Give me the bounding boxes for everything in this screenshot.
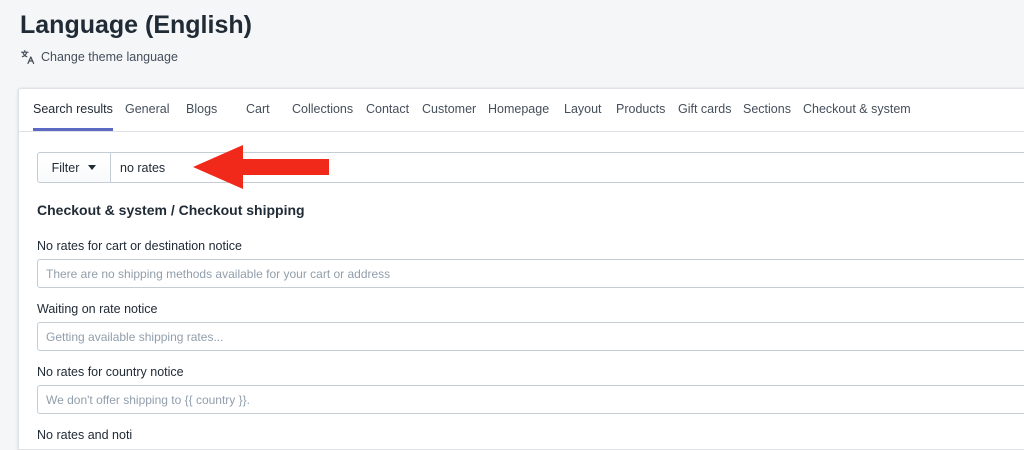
field-label-no-rates-and-noti: No rates and noti bbox=[37, 428, 133, 442]
translate-icon bbox=[21, 50, 35, 65]
filter-label: Filter bbox=[51, 160, 80, 175]
tab-products[interactable]: Products bbox=[616, 89, 665, 131]
red-arrow-annotation bbox=[193, 145, 329, 189]
tab-homepage[interactable]: Homepage bbox=[488, 89, 549, 131]
field-label-no-rates-country: No rates for country notice bbox=[37, 365, 184, 379]
tab-contact[interactable]: Contact bbox=[366, 89, 409, 131]
no-rates-cart-input[interactable] bbox=[37, 259, 1024, 288]
change-theme-language-label: Change theme language bbox=[41, 50, 178, 64]
section-title: Checkout & system / Checkout shipping bbox=[37, 202, 305, 218]
tab-collections[interactable]: Collections bbox=[292, 89, 353, 131]
search-bar: Filter bbox=[37, 152, 1024, 183]
field-label-no-rates-cart: No rates for cart or destination notice bbox=[37, 239, 242, 253]
page-title: Language (English) bbox=[20, 11, 252, 39]
filter-button[interactable]: Filter bbox=[37, 152, 111, 183]
tab-blogs[interactable]: Blogs bbox=[186, 89, 217, 131]
tab-bar: Search results General Blogs Cart Collec… bbox=[19, 89, 1024, 132]
change-theme-language-link[interactable]: Change theme language bbox=[20, 49, 178, 65]
tab-checkout-system[interactable]: Checkout & system bbox=[803, 89, 911, 131]
caret-down-icon bbox=[88, 165, 97, 170]
waiting-on-rate-input[interactable] bbox=[37, 322, 1024, 351]
tab-general[interactable]: General bbox=[125, 89, 169, 131]
field-label-waiting-on-rate: Waiting on rate notice bbox=[37, 302, 158, 316]
tab-customer[interactable]: Customer bbox=[422, 89, 476, 131]
tab-layout[interactable]: Layout bbox=[564, 89, 602, 131]
tab-sections[interactable]: Sections bbox=[743, 89, 791, 131]
tab-cart[interactable]: Cart bbox=[246, 89, 270, 131]
tab-gift-cards[interactable]: Gift cards bbox=[678, 89, 732, 131]
language-editor-card: Search results General Blogs Cart Collec… bbox=[18, 88, 1024, 450]
tab-search-results[interactable]: Search results bbox=[33, 89, 113, 131]
no-rates-country-input[interactable] bbox=[37, 385, 1024, 414]
